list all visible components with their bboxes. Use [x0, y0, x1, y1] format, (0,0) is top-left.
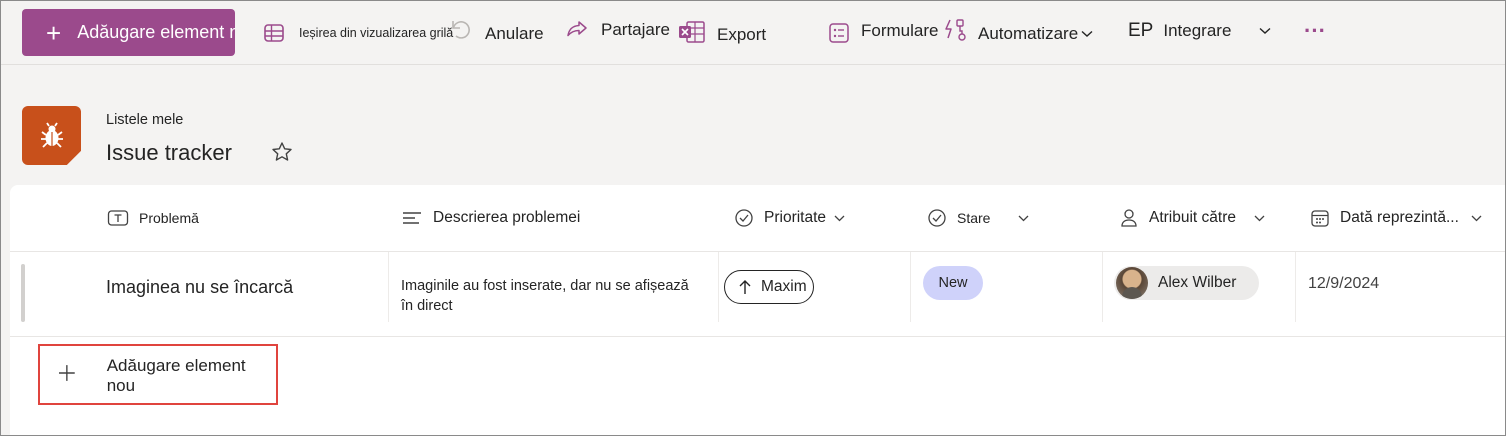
column-header-priority[interactable]: Prioritate [734, 185, 855, 251]
description-cell[interactable]: Imaginile au fost inserate, dar nu se af… [401, 276, 689, 316]
choice-icon [735, 209, 753, 227]
integrate-prefix: EP [1128, 20, 1154, 41]
plus-icon [58, 364, 75, 381]
status-badge[interactable]: New [923, 266, 983, 300]
breadcrumb[interactable]: Listele mele [106, 112, 183, 128]
description-line: Imaginile au fost inserate, dar nu se af… [401, 278, 689, 294]
list-grid: Problemă Descrierea problemei Prioritate [10, 185, 1505, 435]
page-title: Issue tracker [106, 140, 232, 165]
add-new-item-label: Adăugare element nou [106, 355, 246, 395]
add-new-item-row[interactable]: Adăugare element nou [38, 344, 278, 405]
undo-button[interactable]: Anulare [447, 2, 544, 66]
chevron-down-icon [1254, 215, 1265, 221]
column-divider [910, 252, 911, 322]
multiline-text-icon [403, 212, 421, 224]
command-bar: + Adăugare element nou Ieșirea din vizua… [1, 1, 1505, 67]
share-button[interactable]: Partajare [565, 1, 670, 62]
description-line: în direct [401, 298, 453, 314]
favorite-star-icon[interactable] [271, 141, 293, 168]
undo-icon [452, 21, 470, 39]
forms-label: Formulare [861, 21, 939, 40]
date-cell[interactable]: 12/9/2024 [1308, 275, 1379, 293]
bug-icon [40, 122, 63, 148]
export-label: Export [717, 25, 767, 44]
plus-icon: + [46, 17, 62, 48]
row-divider [10, 336, 1505, 337]
row-selection-handle[interactable] [21, 264, 25, 322]
column-divider [1295, 252, 1296, 322]
exit-grid-view-button[interactable]: Ieșirea din vizualizarea grilă [263, 1, 453, 65]
avatar [1116, 267, 1148, 299]
automate-label: Automatizare [978, 24, 1079, 43]
grid-icon [264, 24, 284, 42]
forms-icon [829, 23, 849, 43]
column-header-assigned-to[interactable]: Atribuit către [1119, 185, 1275, 251]
column-label: Problemă [139, 210, 199, 226]
excel-icon [679, 21, 705, 43]
list-icon [22, 106, 81, 165]
more-icon: ··· [1304, 18, 1326, 43]
arrow-up-icon [739, 280, 751, 294]
new-item-button[interactable]: + Adăugare element nou [22, 9, 235, 56]
calendar-icon [1311, 210, 1329, 227]
new-item-label: Adăugare element nou [77, 22, 235, 42]
issue-cell[interactable]: Imaginea nu se încarcă [106, 277, 293, 298]
exit-grid-label: Ieșirea din vizualizarea grilă [299, 26, 454, 40]
assigned-person-pill[interactable]: Alex Wilber [1114, 266, 1259, 300]
app-frame: + Adăugare element nou Ieșirea din vizua… [0, 0, 1506, 436]
share-label: Partajare [601, 20, 670, 39]
choice-icon [928, 209, 946, 227]
column-divider [1102, 252, 1103, 322]
share-icon [567, 21, 587, 37]
column-label: Atribuit către [1149, 209, 1237, 226]
more-options-button[interactable]: ··· [1304, 1, 1326, 63]
column-label: Prioritate [764, 209, 827, 226]
person-icon [1121, 209, 1137, 227]
column-label: Descrierea problemei [433, 209, 581, 226]
chevron-down-icon [834, 215, 845, 221]
header-divider [10, 251, 1505, 252]
chevron-down-icon [1081, 30, 1093, 37]
column-header-issue[interactable]: Problemă [107, 185, 199, 251]
priority-label: Maxim [761, 278, 807, 295]
column-header-description[interactable]: Descrierea problemei [401, 185, 580, 251]
column-label: Dată reprezintă... [1340, 209, 1459, 226]
column-divider [718, 252, 719, 322]
chevron-down-icon [1471, 215, 1482, 221]
export-button[interactable]: Export [678, 3, 766, 67]
column-divider [388, 252, 389, 322]
chevron-down-icon [1259, 27, 1271, 34]
integrate-label: Integrare [1163, 21, 1232, 40]
person-name: Alex Wilber [1158, 274, 1237, 291]
automate-icon [945, 19, 966, 41]
column-label: Stare [957, 210, 991, 226]
text-icon [107, 210, 129, 226]
forms-button[interactable]: Formulare [828, 1, 939, 63]
column-header-status[interactable]: Stare [927, 185, 1039, 251]
integrate-button[interactable]: EP Integrare [1128, 1, 1271, 63]
automate-button[interactable]: Automatizare [942, 2, 1093, 66]
chevron-down-icon [1019, 215, 1029, 221]
undo-label: Anulare [485, 24, 544, 43]
column-header-date[interactable]: Dată reprezintă... [1310, 185, 1492, 251]
priority-pill[interactable]: Maxim [724, 270, 814, 304]
